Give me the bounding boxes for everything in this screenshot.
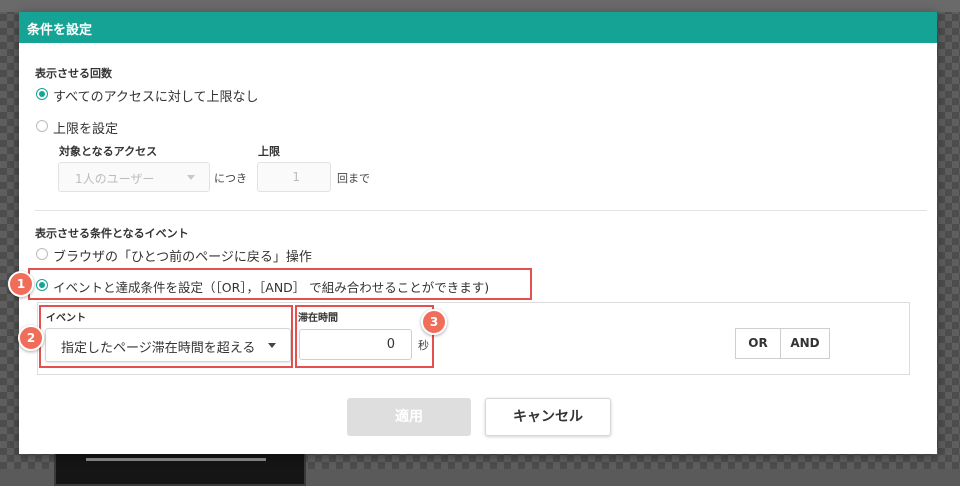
annotation-badge-1: 1 <box>8 271 34 297</box>
radio-unlimited-label[interactable]: すべてのアクセスに対して上限なし <box>53 86 259 105</box>
target-access-select-value: 1人のユーザー <box>75 172 155 186</box>
limit-input-value: 1 <box>292 170 300 184</box>
dialog-header: 条件を設定 <box>19 12 937 43</box>
condition-event-label: 表示させる条件となるイベント <box>35 227 189 240</box>
cancel-button[interactable]: キャンセル <box>485 398 611 436</box>
radio-browser-back-label[interactable]: ブラウザの「ひとつ前のページに戻る」操作 <box>53 246 312 265</box>
target-access-label: 対象となるアクセス <box>59 145 158 158</box>
radio-unlimited[interactable] <box>36 88 48 100</box>
stay-time-label: 滞在時間 <box>298 313 338 324</box>
stay-time-value: 0 <box>386 337 395 352</box>
stay-time-input[interactable]: 0 <box>299 329 412 360</box>
chevron-down-icon <box>268 343 276 348</box>
target-access-select[interactable]: 1人のユーザー <box>58 162 210 192</box>
and-button[interactable]: AND <box>781 328 830 359</box>
until-text: 回まで <box>337 172 370 185</box>
radio-set-limit-label[interactable]: 上限を設定 <box>53 118 118 137</box>
display-count-label: 表示させる回数 <box>35 67 112 80</box>
background-glyph <box>86 458 266 471</box>
event-select[interactable]: 指定したページ滞在時間を超える <box>45 328 291 362</box>
limit-label: 上限 <box>258 145 280 158</box>
annotation-badge-2: 2 <box>18 325 44 351</box>
radio-set-limit[interactable] <box>36 120 48 132</box>
section-divider <box>35 210 927 211</box>
dialog-title: 条件を設定 <box>27 23 93 38</box>
apply-button[interactable]: 適用 <box>347 398 471 436</box>
background-dark-button <box>54 452 306 486</box>
condition-dialog: 条件を設定 表示させる回数 すべてのアクセスに対して上限なし 上限を設定 対象と… <box>19 12 937 454</box>
limit-input[interactable]: 1 <box>257 162 331 192</box>
chevron-down-icon <box>187 175 195 180</box>
seconds-unit: 秒 <box>418 339 429 352</box>
or-button[interactable]: OR <box>735 328 781 359</box>
event-select-value: 指定したページ滞在時間を超える <box>61 341 256 356</box>
event-field-label: イベント <box>46 313 86 324</box>
background-top-strip <box>0 0 960 12</box>
annotation-badge-3: 3 <box>421 309 447 335</box>
per-text: につき <box>214 172 247 185</box>
radio-event-conditions[interactable] <box>36 279 48 291</box>
radio-browser-back[interactable] <box>36 248 48 260</box>
radio-event-conditions-label[interactable]: イベントと達成条件を設定（［OR］，［AND］ で組み合わせることができます) <box>53 277 489 296</box>
